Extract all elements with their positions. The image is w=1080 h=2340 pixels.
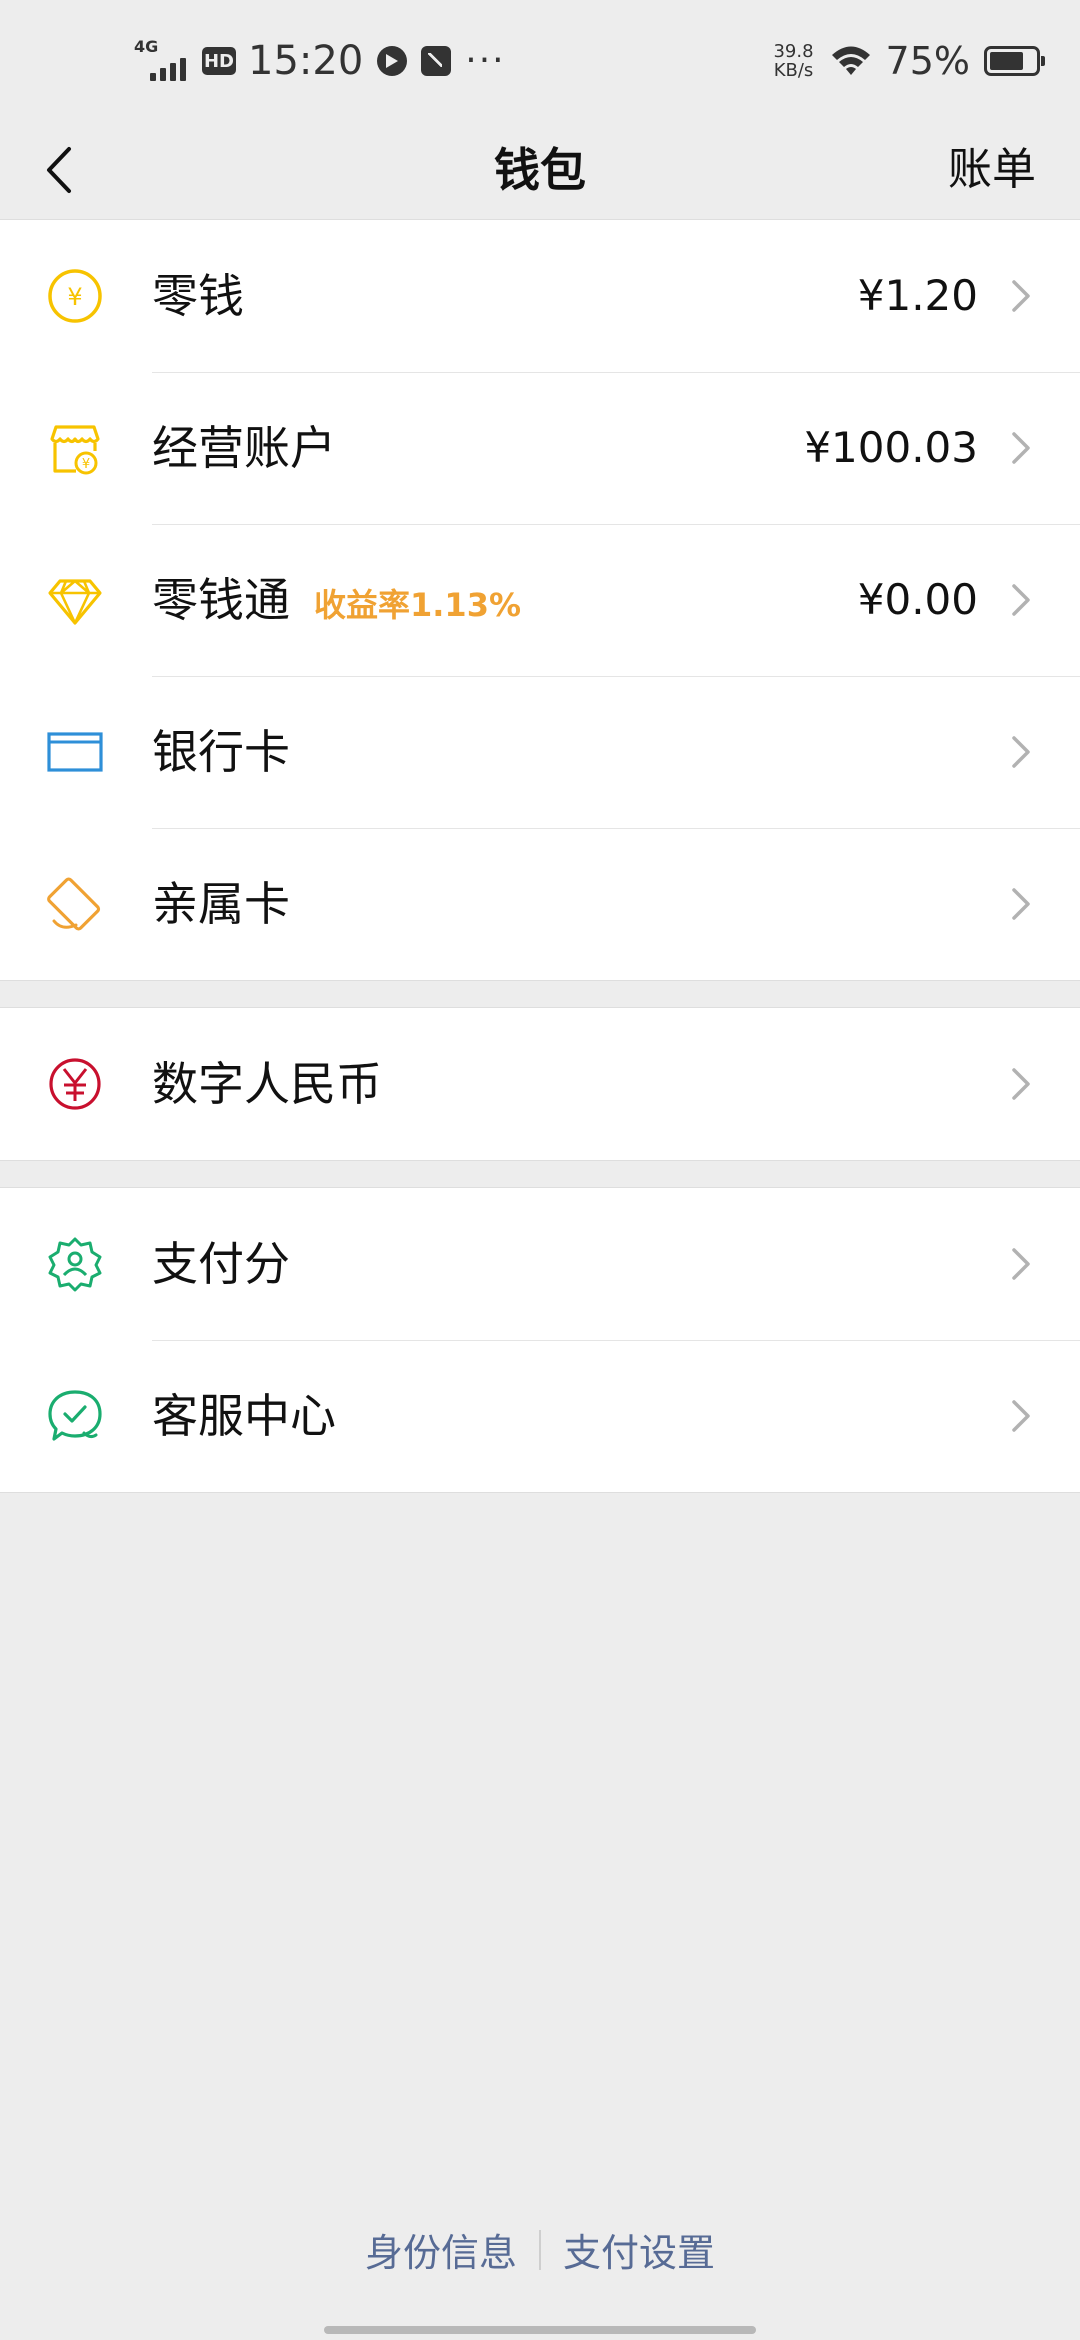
list-item-label: 亲属卡 [152, 877, 290, 931]
chevron-right-icon [1012, 280, 1030, 312]
business-account-icon: ¥ [46, 419, 104, 477]
wifi-icon [831, 46, 870, 75]
digital-rmb-icon [46, 1055, 104, 1113]
send-app-icon [421, 46, 452, 76]
list-item-label: 零钱 [152, 269, 244, 323]
list-item-pay-score[interactable]: 支付分 [0, 1188, 1080, 1340]
home-indicator[interactable] [324, 2326, 756, 2334]
status-left: 4G HD 15:20 ··· [134, 34, 506, 88]
battery-fill [990, 52, 1023, 70]
list-item-change[interactable]: ¥ 零钱 ¥1.20 [0, 220, 1080, 372]
chevron-right-icon [1012, 1248, 1030, 1280]
battery-icon [984, 46, 1045, 76]
payment-settings-link[interactable]: 支付设置 [541, 2222, 737, 2277]
more-notifications-icon: ··· [465, 40, 506, 81]
list-item-bank-card[interactable]: 银行卡 [0, 676, 1080, 828]
balance-value: ¥1.20 [857, 271, 978, 320]
chevron-right-icon [1012, 584, 1030, 616]
list-item-digital-rmb[interactable]: 数字人民币 [0, 1008, 1080, 1160]
list-item-customer-service[interactable]: 客服中心 [0, 1340, 1080, 1492]
nav-bar: 钱包 账单 [0, 120, 1080, 220]
status-bar: 4G HD 15:20 ··· 39.8 KB/s 75% [0, 0, 1080, 120]
pay-score-icon [46, 1235, 104, 1293]
hd-icon: HD [202, 47, 236, 75]
yield-rate-badge: 收益率1.13% [314, 586, 522, 624]
svg-text:¥: ¥ [67, 283, 82, 311]
digital-rmb-group: 数字人民币 [0, 1007, 1080, 1161]
chevron-right-icon [1012, 1400, 1030, 1432]
balance-value: ¥0.00 [857, 575, 978, 624]
list-item-label: 客服中心 [152, 1389, 336, 1443]
footer-links: 身份信息 支付设置 [0, 2222, 1080, 2277]
network-type: 4G [134, 37, 159, 56]
network-speed-unit: KB/s [773, 60, 814, 81]
svg-text:¥: ¥ [82, 457, 90, 472]
video-app-icon [377, 46, 408, 76]
status-time: 15:20 [248, 38, 364, 84]
wallet-main-group: ¥ 零钱 ¥1.20 ¥ 经营账户 ¥100.03 零钱通 收益率1.13% ¥… [0, 219, 1080, 981]
list-item-family-card[interactable]: 亲属卡 [0, 828, 1080, 980]
network-speed: 39.8 KB/s [773, 42, 813, 80]
identity-info-link[interactable]: 身份信息 [343, 2222, 539, 2277]
list-item-label: 支付分 [152, 1237, 290, 1291]
list-item-business-account[interactable]: ¥ 经营账户 ¥100.03 [0, 372, 1080, 524]
coin-icon: ¥ [46, 267, 104, 325]
network-speed-value: 39.8 [773, 41, 814, 62]
page-title: 钱包 [494, 143, 586, 197]
balance-value: ¥100.03 [804, 423, 978, 472]
services-group: 支付分 客服中心 [0, 1187, 1080, 1493]
status-right: 39.8 KB/s 75% [773, 34, 1045, 88]
cellular-signal-icon: 4G [134, 37, 192, 81]
battery-percentage: 75% [885, 39, 970, 83]
bank-card-icon [46, 723, 104, 781]
chevron-right-icon [1012, 736, 1030, 768]
list-item-label: 数字人民币 [152, 1057, 382, 1111]
back-button[interactable] [30, 140, 90, 200]
list-item-label: 银行卡 [152, 725, 290, 779]
list-item-label: 经营账户 [152, 421, 336, 475]
diamond-icon [46, 571, 104, 629]
chevron-right-icon [1012, 1068, 1030, 1100]
family-card-icon [46, 875, 104, 933]
chevron-right-icon [1012, 432, 1030, 464]
back-arrow-icon [47, 147, 71, 193]
list-item-label-group: 零钱通 收益率1.13% [152, 524, 521, 676]
list-item-label: 零钱通 [152, 573, 290, 627]
chevron-right-icon [1012, 888, 1030, 920]
list-item-lingqiantong[interactable]: 零钱通 收益率1.13% ¥0.00 [0, 524, 1080, 676]
bill-link[interactable]: 账单 [948, 120, 1036, 220]
customer-service-icon [46, 1387, 104, 1445]
